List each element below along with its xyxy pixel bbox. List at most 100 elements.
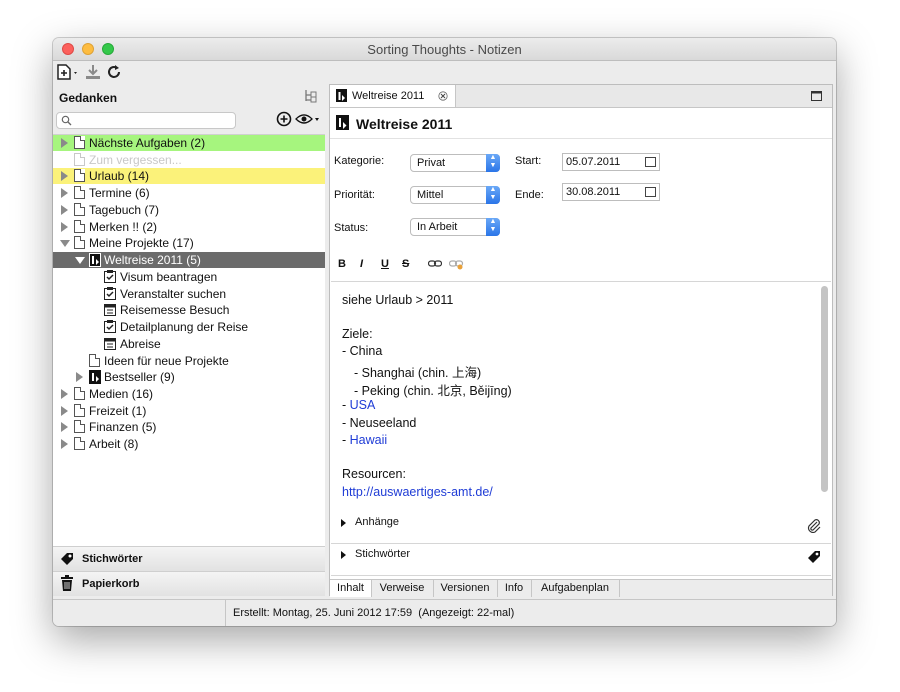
expand-arrow-icon[interactable] [61,138,68,148]
keywords-button[interactable]: Stichwörter [53,546,325,571]
collapse-arrow-icon[interactable] [75,257,85,264]
tag-icon [61,553,73,565]
usa-link[interactable]: USA [350,398,376,412]
url-link[interactable]: http://auswaertiges-amt.de/ [342,485,493,499]
tab-versionen[interactable]: Versionen [433,580,498,597]
expand-arrow-icon[interactable] [76,372,83,382]
search-input[interactable] [56,112,236,129]
tree-item[interactable]: Abreise [53,336,325,352]
project-icon [89,370,101,384]
tree-item[interactable]: Detailplanung der Reise [53,319,325,335]
expand-arrow-icon[interactable] [61,439,68,449]
tree-item[interactable]: Ideen für neue Projekte [53,353,325,369]
italic-button[interactable]: I [360,258,363,270]
tree-item[interactable]: Bestseller (9) [53,369,325,385]
expand-arrow-icon[interactable] [61,171,68,181]
expand-arrow-icon[interactable] [61,406,68,416]
start-date-field[interactable]: 05.07.2011 [562,153,660,171]
note-icon [74,169,85,182]
tree-item[interactable]: Tagebuch (7) [53,202,325,218]
note-icon [74,236,85,249]
disclosure-arrow-icon [341,519,346,527]
thought-tree[interactable]: Nächste Aufgaben (2) Zum vergessen... Ur… [53,134,325,547]
note-header: Weltreise 2011 [330,108,832,139]
start-label: Start: [515,155,542,167]
status-divider [225,600,226,626]
tag-icon[interactable] [806,549,822,565]
tree-item[interactable]: Finanzen (5) [53,419,325,435]
status-select[interactable]: In Arbeit ▲ ▼ [410,218,500,236]
window-title: Sorting Thoughts - Notizen [367,42,522,57]
editor-scrollbar[interactable] [821,286,828,492]
view-options-icon[interactable] [295,113,321,125]
tab-weltreise[interactable]: Weltreise 2011 [330,85,456,107]
new-note-icon[interactable] [56,63,80,81]
tree-item[interactable]: Veranstalter suchen [53,286,325,302]
bold-button[interactable]: B [338,258,346,270]
project-icon [336,89,347,102]
tree-item[interactable]: Freizeit (1) [53,403,325,419]
unlink-icon[interactable] [449,260,464,270]
calendar-icon [104,338,116,350]
tree-item-selected[interactable]: Weltreise 2011 (5) [53,252,325,268]
note-icon [74,437,85,450]
close-tab-icon[interactable] [438,91,448,101]
download-icon[interactable] [84,63,102,81]
tree-item[interactable]: Medien (16) [53,386,325,402]
link-icon[interactable] [428,260,442,268]
tree-item[interactable]: Urlaub (14) [53,168,325,184]
end-date-field[interactable]: 30.08.2011 [562,183,660,201]
tab-inhalt[interactable]: Inhalt [330,580,372,597]
collapse-arrow-icon[interactable] [60,240,70,247]
attachments-section[interactable]: Anhänge [331,512,831,544]
tree-item[interactable]: Termine (6) [53,185,325,201]
tree-item[interactable]: Merken !! (2) [53,219,325,235]
disclosure-arrow-icon [341,551,346,559]
tab-aufgabenplan[interactable]: Aufgabenplan [531,580,620,597]
trash-button[interactable]: Papierkorb [53,571,325,596]
expand-arrow-icon[interactable] [61,389,68,399]
stepper-arrows-icon: ▲ ▼ [486,154,500,172]
note-icon [89,354,100,367]
expand-arrow-icon[interactable] [61,188,68,198]
note-editor-panel: Weltreise 2011 Weltreise 2011 Kategorie:… [329,84,833,598]
tree-item[interactable]: Nächste Aufgaben (2) [53,135,325,151]
note-title: Weltreise 2011 [356,116,453,132]
strikethrough-button[interactable]: S [402,258,409,270]
note-icon [74,203,85,216]
tab-verweise[interactable]: Verweise [371,580,434,597]
tree-item[interactable]: Visum beantragen [53,269,325,285]
refresh-icon[interactable] [105,63,123,81]
calendar-icon[interactable] [645,187,656,197]
add-thought-icon[interactable] [276,111,292,127]
category-label: Kategorie: [334,155,385,167]
note-icon [74,186,85,199]
maximize-panel-icon[interactable] [811,91,822,101]
note-content-editor[interactable]: siehe Urlaub > 2011 Ziele: - China - Sha… [331,281,831,514]
tree-item[interactable]: Zum vergessen... [53,152,325,168]
end-label: Ende: [515,189,544,201]
search-icon [61,115,72,126]
note-icon [74,136,85,149]
project-icon [336,115,349,130]
tree-view-icon[interactable] [304,89,318,103]
tree-item[interactable]: Arbeit (8) [53,436,325,452]
tree-item[interactable]: Meine Projekte (17) [53,235,325,251]
sidebar-heading: Gedanken [59,91,118,105]
category-select[interactable]: Privat ▲ ▼ [410,154,500,172]
note-icon [74,387,85,400]
paperclip-icon[interactable] [807,519,821,533]
underline-button[interactable]: U [381,258,389,270]
priority-select[interactable]: Mittel ▲ ▼ [410,186,500,204]
tab-info[interactable]: Info [497,580,532,597]
status-text: Erstellt: Montag, 25. Juni 2012 17:59 (A… [233,607,515,619]
bottom-tab-bar: Inhalt Verweise Versionen Info Aufgabenp… [330,579,832,598]
expand-arrow-icon[interactable] [61,422,68,432]
expand-arrow-icon[interactable] [61,222,68,232]
note-icon [74,220,85,233]
hawaii-link[interactable]: Hawaii [350,433,388,447]
tree-item[interactable]: Reisemesse Besuch [53,302,325,318]
calendar-icon[interactable] [645,157,656,167]
expand-arrow-icon[interactable] [61,205,68,215]
keywords-section[interactable]: Stichwörter [331,544,831,576]
